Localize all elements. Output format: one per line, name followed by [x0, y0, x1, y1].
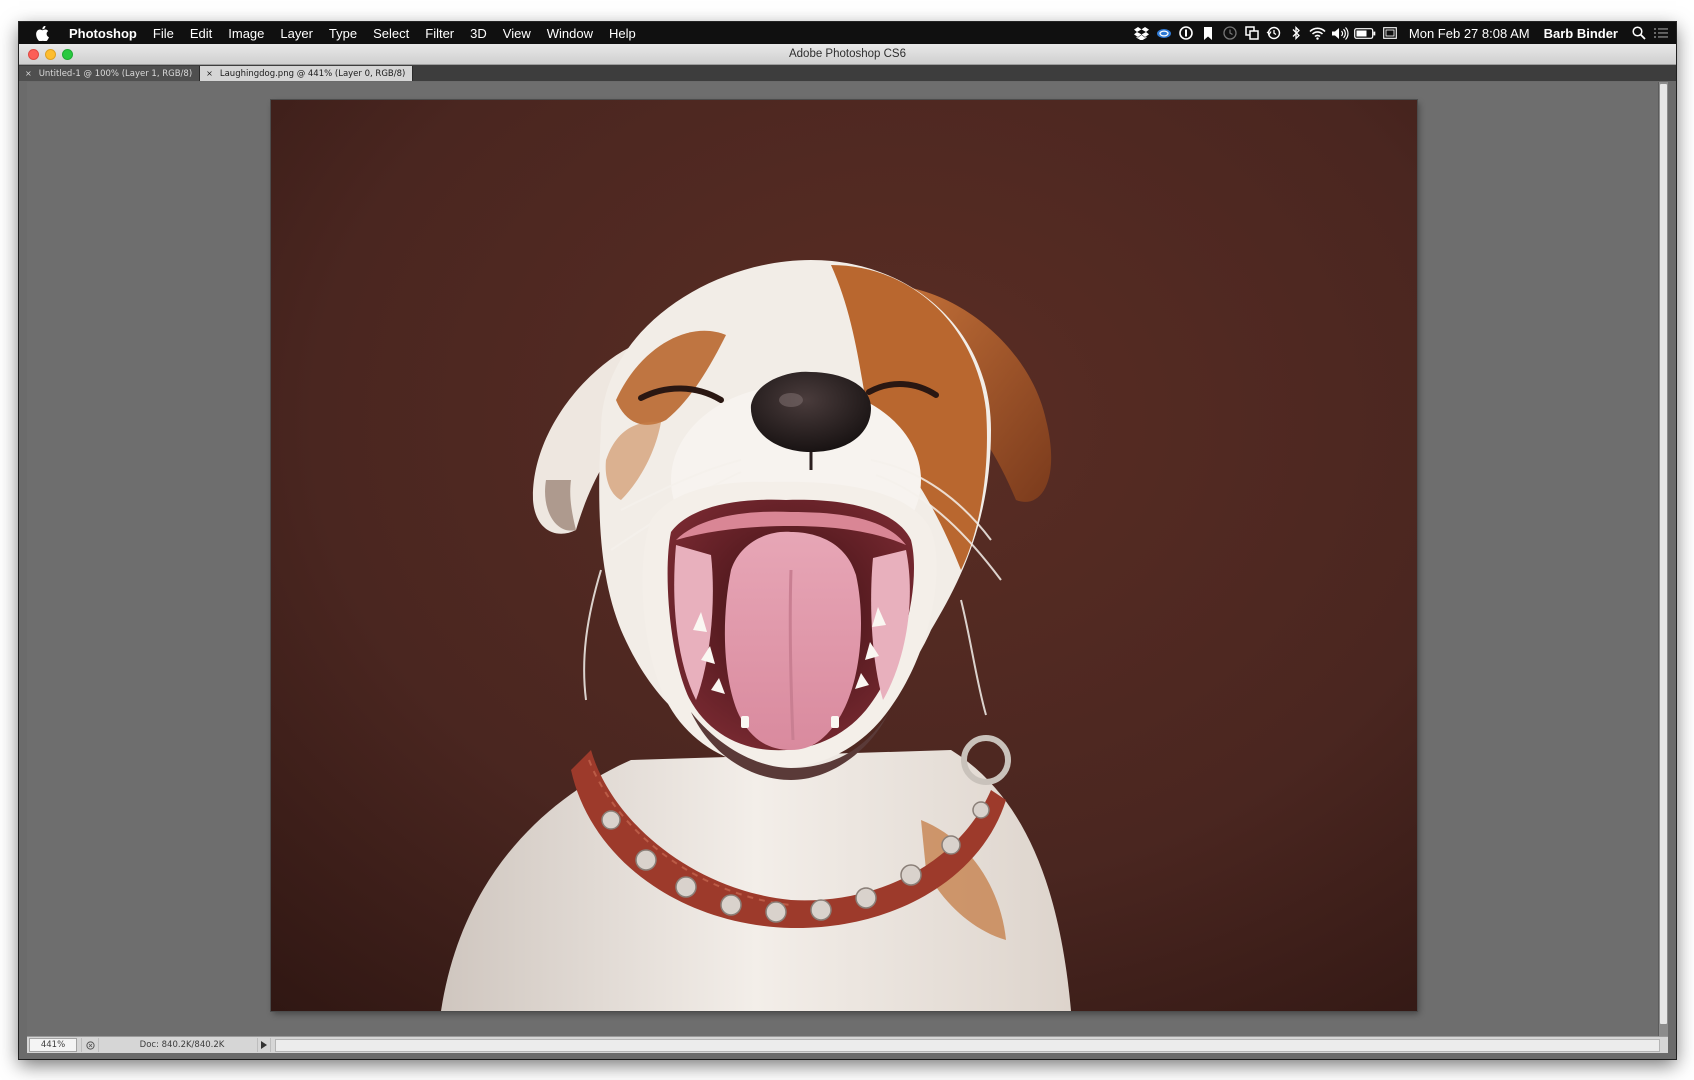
- menubar-clock[interactable]: Mon Feb 27 8:08 AM: [1401, 26, 1538, 41]
- 1password-icon[interactable]: [1175, 22, 1197, 44]
- tab-label: Untitled-1 @ 100% (Layer 1, RGB/8): [38, 68, 193, 79]
- window-title: Adobe Photoshop CS6: [788, 48, 906, 60]
- vertical-scroll-track[interactable]: [1660, 84, 1667, 1024]
- menu-3d[interactable]: 3D: [462, 26, 495, 41]
- zoom-window-button[interactable]: [62, 49, 73, 60]
- share-icon[interactable]: [81, 1038, 99, 1052]
- user-account-menu[interactable]: Barb Binder: [1538, 26, 1628, 41]
- screen-mirror-icon[interactable]: [1241, 22, 1263, 44]
- title-bar: Adobe Photoshop CS6: [19, 44, 1676, 65]
- wifi-icon[interactable]: [1307, 22, 1329, 44]
- menu-image[interactable]: Image: [220, 26, 272, 41]
- vertical-scrollbar[interactable]: [1658, 82, 1668, 1038]
- photoshop-window: Photoshop File Edit Image Layer Type Sel…: [19, 22, 1676, 1059]
- menu-edit[interactable]: Edit: [182, 26, 220, 41]
- window-controls: [28, 49, 73, 60]
- menu-help[interactable]: Help: [601, 26, 644, 41]
- notification-center-icon[interactable]: [1650, 22, 1672, 44]
- bookmark-icon[interactable]: [1197, 22, 1219, 44]
- time-machine-icon[interactable]: [1263, 22, 1285, 44]
- close-window-button[interactable]: [28, 49, 39, 60]
- tab-untitled-1[interactable]: × Untitled-1 @ 100% (Layer 1, RGB/8): [19, 66, 201, 81]
- document-canvas-image[interactable]: [271, 100, 1417, 1011]
- menu-view[interactable]: View: [495, 26, 539, 41]
- close-tab-icon[interactable]: ×: [206, 69, 213, 78]
- menu-select[interactable]: Select: [365, 26, 417, 41]
- minimize-window-button[interactable]: [45, 49, 56, 60]
- dropbox-icon[interactable]: [1131, 22, 1153, 44]
- status-menu-area: Mon Feb 27 8:08 AM Barb Binder: [1131, 22, 1676, 44]
- menu-photoshop[interactable]: Photoshop: [61, 26, 145, 41]
- battery-icon[interactable]: [1351, 22, 1379, 44]
- document-size: Doc: 840.2K/840.2K: [139, 1040, 225, 1050]
- clock-icon[interactable]: [1219, 22, 1241, 44]
- status-menu-arrow-icon[interactable]: [257, 1038, 271, 1052]
- document-tab-bar: × Untitled-1 @ 100% (Layer 1, RGB/8) × L…: [19, 65, 1676, 81]
- horizontal-scrollbar[interactable]: [275, 1038, 1660, 1052]
- tab-label: Laughingdog.png @ 441% (Layer 0, RGB/8): [219, 68, 406, 79]
- close-tab-icon[interactable]: ×: [25, 69, 32, 78]
- creative-cloud-icon[interactable]: [1153, 22, 1175, 44]
- laughing-dog-photo: [271, 100, 1417, 1011]
- zoom-level-field[interactable]: 441%: [29, 1038, 77, 1052]
- bluetooth-icon[interactable]: [1285, 22, 1307, 44]
- menu-type[interactable]: Type: [321, 26, 365, 41]
- menu-window[interactable]: Window: [539, 26, 601, 41]
- menu-layer[interactable]: Layer: [272, 26, 321, 41]
- status-bar: 441% Doc: 840.2K/840.2K: [27, 1036, 1668, 1053]
- input-source-icon[interactable]: [1379, 22, 1401, 44]
- tab-laughingdog[interactable]: × Laughingdog.png @ 441% (Layer 0, RGB/8…: [200, 66, 414, 81]
- spotlight-search-icon[interactable]: [1628, 22, 1650, 44]
- volume-icon[interactable]: [1329, 22, 1351, 44]
- menu-filter[interactable]: Filter: [417, 26, 462, 41]
- apple-menu-icon[interactable]: [27, 25, 57, 41]
- menu-file[interactable]: File: [145, 26, 182, 41]
- menu-bar: Photoshop File Edit Image Layer Type Sel…: [19, 22, 1676, 44]
